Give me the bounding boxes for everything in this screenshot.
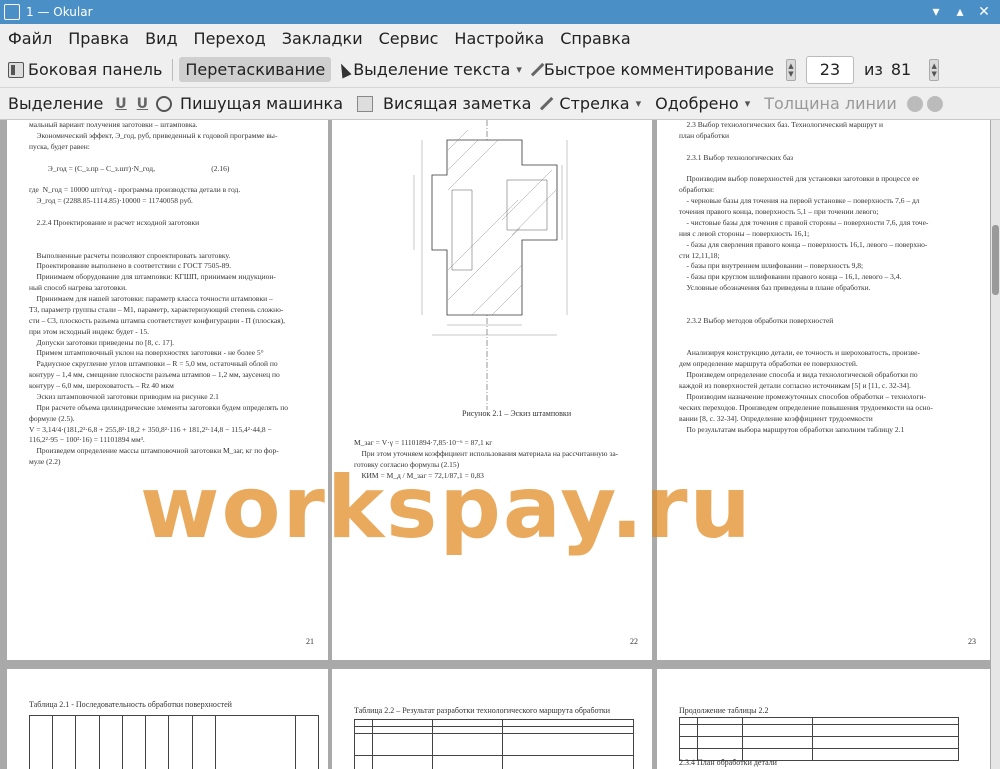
- page-21: мальный вариант получения заготовки – шт…: [7, 120, 328, 660]
- sidebar-button[interactable]: Боковая панель: [2, 57, 168, 82]
- arrow-icon: [540, 96, 555, 111]
- data-table: [354, 719, 634, 769]
- menu-edit[interactable]: Правка: [60, 29, 137, 48]
- menu-go[interactable]: Переход: [186, 29, 274, 48]
- vertical-scrollbar[interactable]: [991, 120, 1000, 769]
- title-bar: 1 — Okular ▾ ▴ ✕: [0, 0, 1000, 24]
- chevron-down-icon[interactable]: ▾: [636, 97, 642, 110]
- sidebar-icon: [8, 61, 24, 78]
- page-25: Таблица 2.2 – Результат разработки техно…: [332, 669, 652, 769]
- table-title: Таблица 2.2 – Результат разработки техно…: [354, 706, 611, 715]
- highlight-button[interactable]: Выделение: [2, 91, 109, 116]
- cursor-icon: [336, 61, 352, 78]
- quick-comment-button[interactable]: Быстрое комментирование: [530, 57, 780, 82]
- page-of-label: из: [863, 60, 883, 79]
- drag-tool-button[interactable]: Перетаскивание: [179, 57, 332, 82]
- forging-sketch: [413, 120, 568, 410]
- data-table: [679, 717, 959, 761]
- table-title: Продолжение таблицы 2.2: [679, 706, 769, 715]
- page-number-label: 22: [630, 637, 638, 647]
- maximize-icon[interactable]: ▴: [952, 4, 968, 20]
- menu-help[interactable]: Справка: [552, 29, 639, 48]
- stamp-button[interactable]: Одобрено ▾: [649, 91, 756, 116]
- palette-icon[interactable]: [926, 95, 943, 112]
- note-icon: [357, 95, 374, 112]
- page-24: Таблица 2.1 - Последовательность обработ…: [7, 669, 328, 769]
- color-icon[interactable]: [906, 95, 923, 112]
- menu-tools[interactable]: Сервис: [371, 29, 447, 48]
- popup-note-button[interactable]: Висящая заметка: [351, 91, 537, 116]
- document-view[interactable]: мальный вариант получения заготовки – шт…: [0, 120, 991, 769]
- main-toolbar: Боковая панель Перетаскивание Выделение …: [0, 52, 1000, 88]
- next-page-button[interactable]: ▲ ▼: [929, 58, 940, 81]
- annotation-toolbar: Выделение U U Пишущая машинка Висящая за…: [0, 88, 1000, 120]
- page-text: 2.3 Выбор технологических баз. Технологи…: [679, 120, 933, 434]
- pen-icon: [530, 62, 545, 77]
- text-select-button[interactable]: Выделение текста ▾: [333, 57, 528, 82]
- strikeout-icon[interactable]: [156, 95, 173, 112]
- chevron-down-icon[interactable]: ▾: [516, 63, 522, 76]
- menu-view[interactable]: Вид: [137, 29, 185, 48]
- page-number-label: 23: [968, 637, 976, 647]
- chevron-down-icon[interactable]: ▾: [745, 97, 751, 110]
- arrow-button[interactable]: Стрелка ▾: [539, 91, 647, 116]
- menu-bookmarks[interactable]: Закладки: [274, 29, 371, 48]
- menu-bar: Файл Правка Вид Переход Закладки Сервис …: [0, 24, 1000, 52]
- section-heading: 2.3.4 План обработки детали: [679, 758, 777, 767]
- page-total: 81: [890, 60, 912, 79]
- data-table: [28, 715, 320, 769]
- page-22: Рисунок 2.1 – Эскиз штамповки M_заг = V·…: [332, 120, 652, 660]
- typewriter-button[interactable]: Пишущая машинка: [174, 91, 349, 116]
- table-title: Таблица 2.1 - Последовательность обработ…: [29, 700, 232, 709]
- page-text: мальный вариант получения заготовки – шт…: [29, 120, 288, 467]
- scrollbar-thumb[interactable]: [992, 225, 999, 295]
- menu-file[interactable]: Файл: [0, 29, 60, 48]
- figure-caption: Рисунок 2.1 – Эскиз штамповки: [462, 409, 572, 418]
- menu-settings[interactable]: Настройка: [446, 29, 552, 48]
- separator: [172, 58, 174, 81]
- squiggle-icon[interactable]: U: [137, 96, 148, 112]
- prev-page-button[interactable]: ▲ ▼: [785, 58, 796, 81]
- app-icon: [4, 4, 20, 20]
- page-number-label: 21: [306, 637, 314, 647]
- page-23: 2.3 Выбор технологических баз. Технологи…: [657, 120, 990, 660]
- page-text: M_заг = V·γ = 11101894·7,85·10⁻⁶ = 87,1 …: [354, 438, 619, 480]
- window-title: 1 — Okular: [26, 5, 93, 19]
- page-number-input[interactable]: 23: [805, 55, 854, 84]
- page-26: Продолжение таблицы 2.2 2.3.4 План обраб…: [657, 669, 990, 769]
- minimize-icon[interactable]: ▾: [928, 4, 944, 20]
- close-icon[interactable]: ✕: [976, 4, 992, 20]
- underline-icon[interactable]: U: [115, 96, 126, 112]
- line-width-button[interactable]: Толщина линии: [758, 91, 903, 116]
